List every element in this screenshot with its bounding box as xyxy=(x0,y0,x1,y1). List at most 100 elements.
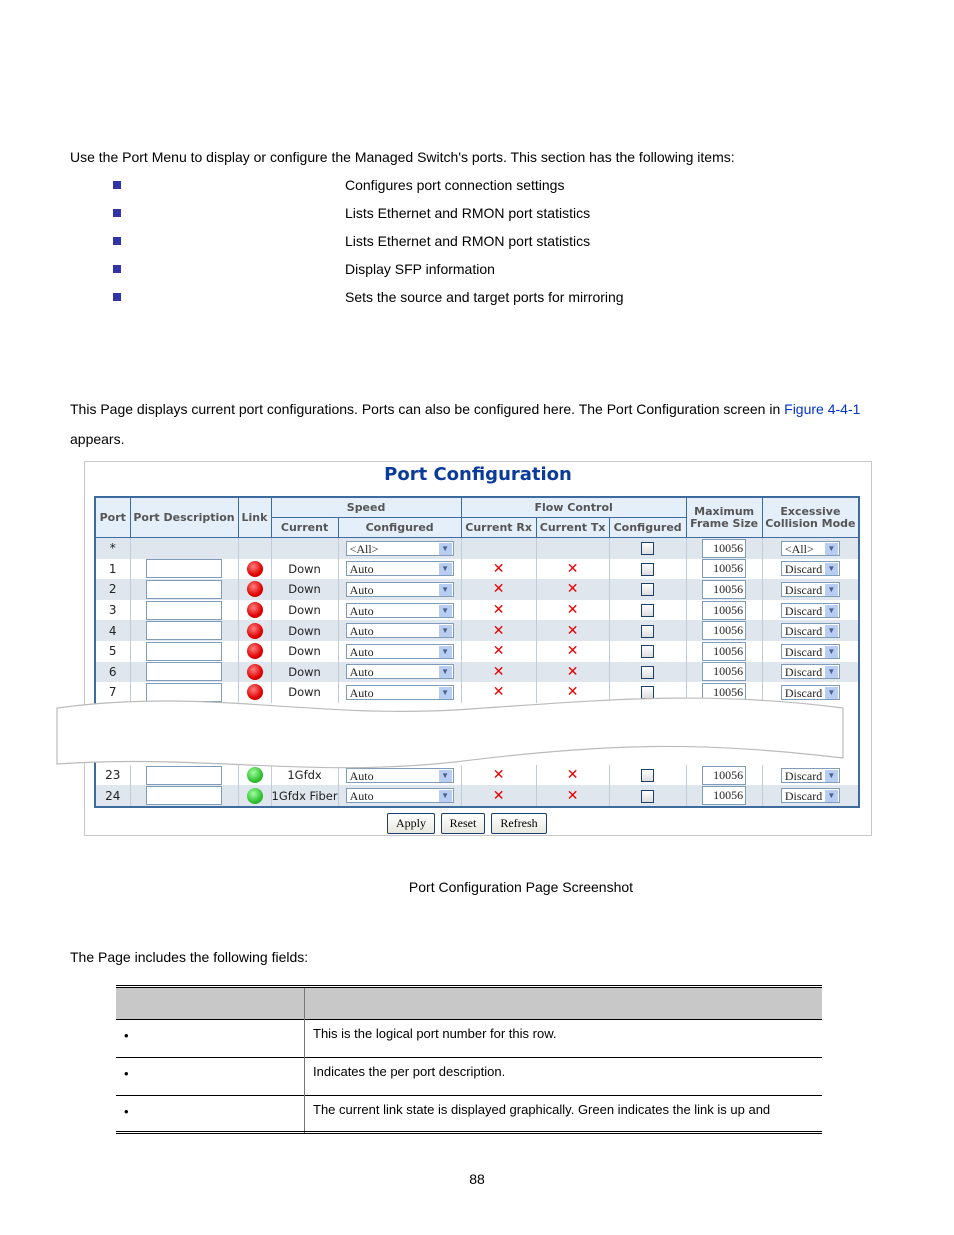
chevron-down-icon: ▼ xyxy=(438,542,452,555)
frame-size-input[interactable]: 10056 xyxy=(702,641,747,661)
flow-control-checkbox[interactable] xyxy=(641,624,655,638)
port-description-input[interactable] xyxy=(146,600,222,620)
link-status-icon xyxy=(246,602,263,619)
bullet-icon xyxy=(113,181,121,189)
x-icon: ✕ xyxy=(566,663,579,680)
chevron-down-icon: ▼ xyxy=(824,666,838,679)
frame-size-input[interactable]: 10056 xyxy=(702,786,747,806)
port-row: 24 1Gfdx Fiber Auto ▼ ✕ ✕ 10056 Discard ▼ xyxy=(94,785,860,807)
select-value: Discard xyxy=(784,603,823,618)
speed-select[interactable]: Auto ▼ xyxy=(345,664,454,680)
port-cell: * xyxy=(94,537,130,559)
port-number: 5 xyxy=(94,640,130,662)
field-row: • This is the logical port number for th… xyxy=(116,1019,822,1058)
x-icon: ✕ xyxy=(566,643,579,660)
port-row: 1 Down Auto ▼ ✕ ✕ 10056 Discard ▼ xyxy=(94,558,860,580)
speed-select[interactable]: Auto ▼ xyxy=(345,602,454,618)
figure-link[interactable]: Figure 4-4-1 xyxy=(784,401,860,417)
frame-size-input[interactable]: 10056 xyxy=(702,662,747,682)
port-description-input[interactable] xyxy=(146,786,222,806)
frame-size-input[interactable]: 10056 xyxy=(702,621,747,641)
speed-current: Down xyxy=(270,620,339,641)
frame-size-input[interactable]: 10056 xyxy=(702,579,747,599)
chevron-down-icon: ▼ xyxy=(824,542,838,555)
port-number: 24 xyxy=(94,785,130,807)
x-icon: ✕ xyxy=(492,581,505,598)
flow-control-checkbox[interactable] xyxy=(641,583,655,597)
select-value: Auto xyxy=(349,603,374,618)
reset-button[interactable]: Reset xyxy=(441,813,485,834)
port-row: 4 Down Auto ▼ ✕ ✕ 10056 Discard ▼ xyxy=(94,620,860,641)
port-description-input[interactable] xyxy=(146,662,222,682)
select-value: <All> xyxy=(349,541,379,556)
fields-header-description xyxy=(304,985,822,1020)
chevron-down-icon: ▼ xyxy=(824,604,838,617)
collision-select[interactable]: Discard ▼ xyxy=(780,664,840,680)
frame-size-input[interactable]: 10056 xyxy=(702,600,747,620)
port-row: 3 Down Auto ▼ ✕ ✕ 10056 Discard ▼ xyxy=(94,599,860,621)
select-value: Auto xyxy=(349,789,374,804)
port-number: 6 xyxy=(94,661,130,683)
field-row: • The current link state is displayed gr… xyxy=(116,1095,822,1134)
x-icon: ✕ xyxy=(492,663,505,680)
chevron-down-icon: ▼ xyxy=(438,666,452,679)
x-icon: ✕ xyxy=(492,787,505,804)
page-number: 88 xyxy=(469,1171,485,1187)
all-ports-row: * <All> ▼ 10056 <All> ▼ xyxy=(94,537,860,559)
select-value: Auto xyxy=(349,624,374,639)
table-bottom-rule xyxy=(116,1131,822,1134)
speed-select[interactable]: Auto ▼ xyxy=(345,581,454,597)
speed-current: Down xyxy=(270,579,339,600)
speed-current: Down xyxy=(270,558,339,580)
flow-control-checkbox[interactable] xyxy=(641,604,655,618)
fields-intro: The Page includes the following fields: xyxy=(70,949,309,965)
frame-size-input[interactable]: 10056 xyxy=(702,559,747,579)
chevron-down-icon: ▼ xyxy=(824,790,838,803)
collision-select[interactable]: Discard ▼ xyxy=(780,581,840,597)
flow-control-checkbox[interactable] xyxy=(641,789,655,803)
page-break-wave xyxy=(56,697,844,769)
speed-select[interactable]: Auto ▼ xyxy=(345,788,454,804)
figure-caption: Port Configuration Page Screenshot xyxy=(408,879,634,895)
collision-select[interactable]: Discard ▼ xyxy=(780,643,840,659)
speed-select[interactable]: Auto ▼ xyxy=(345,643,454,659)
port-description-input[interactable] xyxy=(146,621,222,641)
x-icon: ✕ xyxy=(492,622,505,639)
header-link: Link xyxy=(237,496,272,538)
flow-control-checkbox[interactable] xyxy=(641,645,655,659)
flow-control-checkbox[interactable] xyxy=(641,665,655,679)
bullet-icon: • xyxy=(124,1028,129,1043)
speed-select[interactable]: Auto ▼ xyxy=(345,561,454,577)
collision-select[interactable]: Discard ▼ xyxy=(780,602,840,618)
chevron-down-icon: ▼ xyxy=(438,563,452,576)
speed-current: Down xyxy=(270,661,339,683)
screen-title: Port Configuration xyxy=(384,464,572,485)
port-row: 5 Down Auto ▼ ✕ ✕ 10056 Discard ▼ xyxy=(94,640,860,662)
collision-select[interactable]: Discard ▼ xyxy=(780,623,840,639)
flow-control-checkbox-all[interactable] xyxy=(641,542,655,556)
field-row: • Indicates the per port description. xyxy=(116,1057,822,1096)
bullet-icon xyxy=(113,209,121,217)
port-number: 1 xyxy=(94,558,130,580)
item-description: Display SFP information xyxy=(345,261,495,277)
port-description-input[interactable] xyxy=(146,579,222,599)
port-number: 4 xyxy=(94,620,130,641)
select-value: Discard xyxy=(784,562,823,577)
select-value: <All> xyxy=(784,541,814,556)
port-description-input[interactable] xyxy=(146,559,222,579)
max-frame-line2: Frame Size xyxy=(690,516,759,530)
port-configuration-screenshot: Port Configuration Port Port Description… xyxy=(56,461,872,836)
apply-button[interactable]: Apply xyxy=(387,813,435,834)
intro-text: Use the Port Menu to display or configur… xyxy=(70,149,735,165)
port-description-input[interactable] xyxy=(146,641,222,661)
flow-control-checkbox[interactable] xyxy=(641,562,655,576)
collision-select[interactable]: Discard ▼ xyxy=(780,788,840,804)
link-status-icon xyxy=(246,560,263,577)
collision-select-all[interactable]: <All> ▼ xyxy=(780,540,840,556)
speed-select-all[interactable]: <All> ▼ xyxy=(345,540,454,556)
port-number: 2 xyxy=(94,579,130,600)
speed-select[interactable]: Auto ▼ xyxy=(345,623,454,639)
collision-select[interactable]: Discard ▼ xyxy=(780,561,840,577)
frame-size-input-all[interactable]: 10056 xyxy=(702,538,747,558)
refresh-button[interactable]: Refresh xyxy=(491,813,547,834)
